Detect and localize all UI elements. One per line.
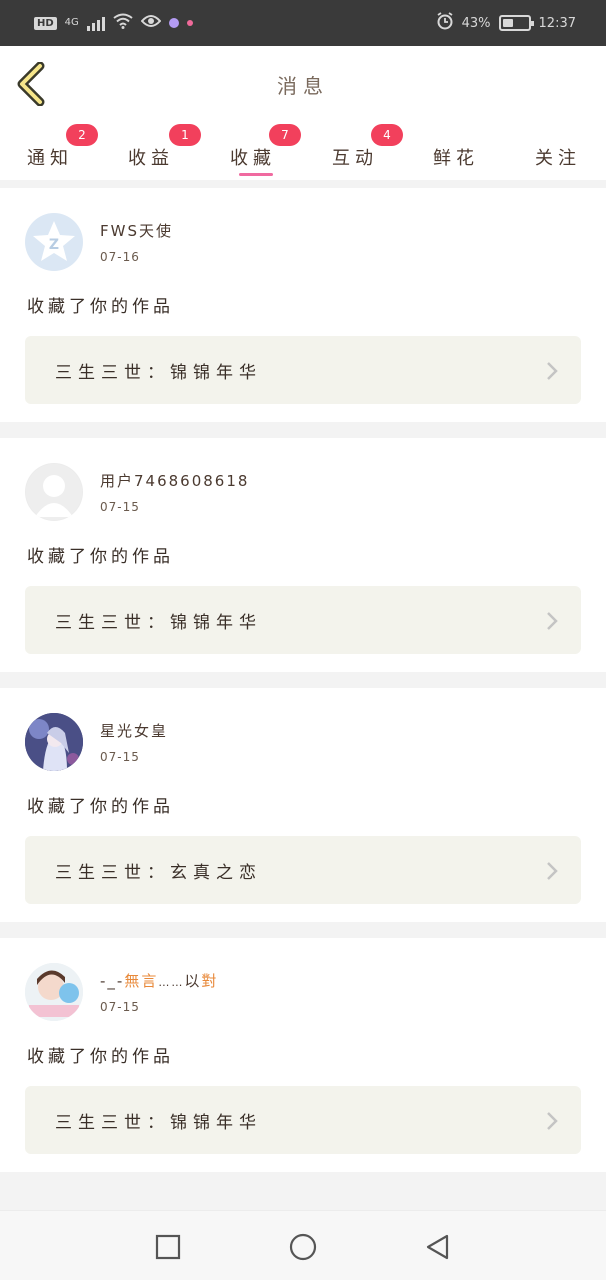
tab-label: 鲜花: [433, 148, 479, 169]
message-date: 07-16: [100, 250, 140, 264]
avatar[interactable]: [25, 963, 83, 1021]
tab-follows[interactable]: 关注: [518, 132, 598, 178]
tab-earnings[interactable]: 收益 1: [111, 124, 201, 178]
chevron-left-icon: [17, 61, 45, 107]
default-person-avatar-icon: [26, 464, 82, 520]
work-link[interactable]: 三生三世：锦锦年华: [25, 586, 581, 654]
username[interactable]: FWS天使: [100, 220, 173, 241]
username[interactable]: -_-無言……以對: [100, 970, 218, 991]
battery-percent: 43%: [461, 15, 491, 31]
chevron-right-icon: [547, 862, 558, 880]
header: 消息: [0, 46, 606, 122]
status-bar-right: 43% 12:37: [436, 12, 576, 34]
system-nav-bar: [0, 1210, 606, 1280]
app-notification-icon: [168, 18, 179, 28]
tab-badge: 4: [371, 124, 403, 146]
hd-indicator: HD: [34, 16, 57, 30]
app-notification-icon-2: [186, 20, 193, 26]
avatar[interactable]: [25, 463, 83, 521]
recent-apps-icon[interactable]: [154, 1233, 182, 1261]
message-card: 用户7468608618 07-15 收藏了你的作品 三生三世：锦锦年华: [0, 438, 606, 672]
username-prefix: -_-: [100, 972, 125, 990]
tab-notifications[interactable]: 通知 2: [10, 124, 98, 178]
home-icon[interactable]: [289, 1233, 317, 1261]
tab-badge: 2: [66, 124, 98, 146]
work-link[interactable]: 三生三世：锦锦年华: [25, 336, 581, 404]
username[interactable]: 用户7468608618: [100, 470, 249, 491]
avatar[interactable]: [25, 713, 83, 771]
avatar[interactable]: Z: [25, 213, 83, 271]
username-highlight: 無言: [124, 972, 159, 990]
tab-favorites[interactable]: 收藏 7: [213, 124, 301, 178]
message-action: 收藏了你的作品: [27, 797, 174, 817]
work-title: 三生三世：锦锦年华: [55, 1113, 262, 1133]
status-bar-left: HD 4G: [34, 13, 193, 33]
work-title: 三生三世：锦锦年华: [55, 613, 262, 633]
back-button[interactable]: [14, 61, 50, 107]
username-suffix: 以: [184, 972, 202, 990]
tab-bar: 通知 2 收益 1 收藏 7 互动 4 鲜花 关注: [0, 122, 606, 180]
network-type: 4G: [64, 17, 79, 28]
svg-text:Z: Z: [49, 237, 59, 253]
chevron-right-icon: [547, 612, 558, 630]
message-card: -_-無言……以對 07-15 收藏了你的作品 三生三世：锦锦年华: [0, 938, 606, 1172]
tab-label: 收益: [128, 148, 174, 169]
battery-icon: [498, 15, 534, 31]
anime-avatar-icon: [25, 713, 83, 771]
tab-badge: 7: [269, 124, 301, 146]
battery-level: [502, 19, 513, 27]
message-date: 07-15: [100, 1000, 140, 1014]
message-action: 收藏了你的作品: [27, 297, 174, 317]
wifi-icon: [113, 13, 133, 33]
message-card: 星光女皇 07-15 收藏了你的作品 三生三世：玄真之恋: [0, 688, 606, 922]
work-title: 三生三世：锦锦年华: [55, 363, 262, 383]
message-date: 07-15: [100, 750, 140, 764]
work-link[interactable]: 三生三世：锦锦年华: [25, 1086, 581, 1154]
chevron-right-icon: [547, 362, 558, 380]
username-highlight-end: 對: [201, 972, 219, 990]
photo-avatar-icon: [25, 963, 83, 1021]
chevron-right-icon: [547, 1112, 558, 1130]
message-action: 收藏了你的作品: [27, 547, 174, 567]
work-link[interactable]: 三生三世：玄真之恋: [25, 836, 581, 904]
back-icon[interactable]: [424, 1233, 452, 1261]
qq-default-avatar-icon: Z: [33, 221, 75, 261]
username-dots: ……: [158, 976, 185, 989]
message-action: 收藏了你的作品: [27, 1047, 174, 1067]
tab-label: 关注: [535, 148, 581, 169]
tab-flowers[interactable]: 鲜花: [416, 132, 496, 178]
message-card: Z FWS天使 07-16 收藏了你的作品 三生三世：锦锦年华: [0, 188, 606, 422]
work-title: 三生三世：玄真之恋: [55, 863, 262, 883]
status-bar: HD 4G 43% 12:37: [0, 0, 606, 46]
username[interactable]: 星光女皇: [100, 720, 168, 741]
tab-interactions[interactable]: 互动 4: [315, 124, 403, 178]
eye-icon: [140, 14, 162, 32]
signal-icon: [86, 15, 105, 31]
clock: 12:37: [538, 15, 576, 31]
page-title: 消息: [277, 73, 329, 98]
alarm-icon: [436, 12, 454, 34]
tab-badge: 1: [169, 124, 201, 146]
active-tab-indicator: [239, 173, 273, 176]
message-date: 07-15: [100, 500, 140, 514]
